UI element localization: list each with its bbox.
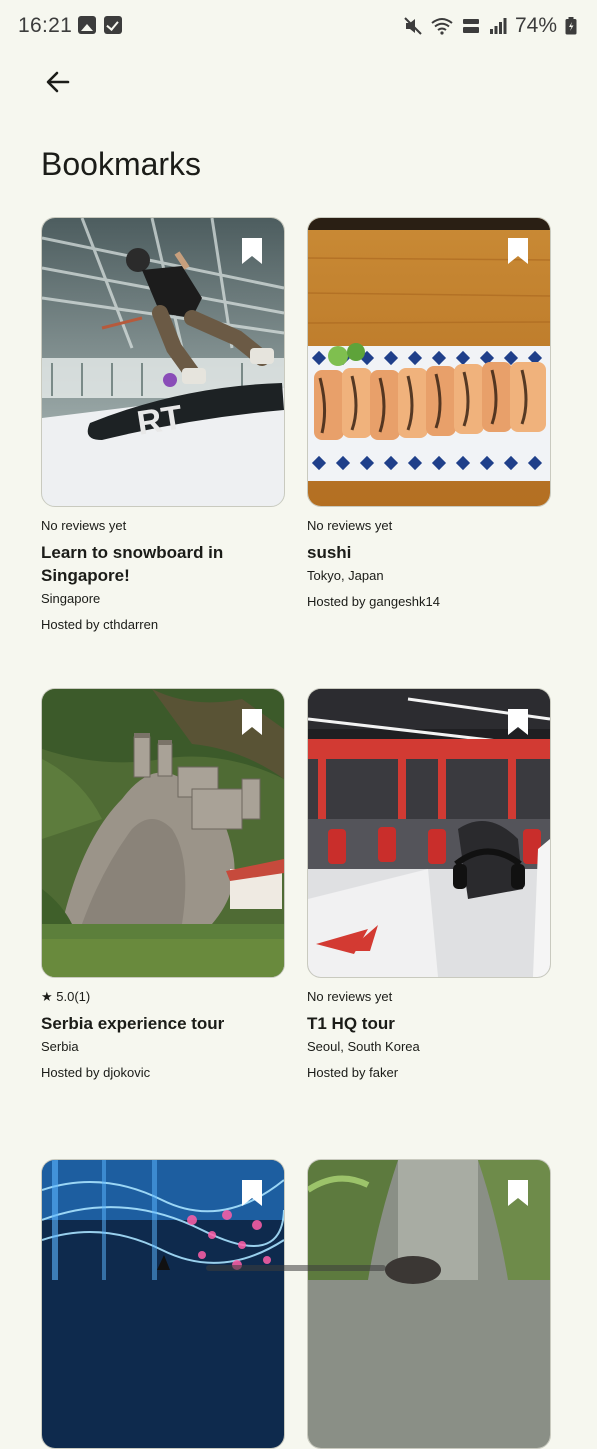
card-title: Learn to snowboard in Singapore! xyxy=(41,543,224,585)
card-image[interactable] xyxy=(307,217,551,507)
status-system-icons: 74% xyxy=(403,14,577,38)
mute-icon xyxy=(403,16,423,36)
bookmark-button[interactable] xyxy=(240,236,264,266)
card-rating: No reviews yet xyxy=(41,518,127,533)
bookmark-filled-icon xyxy=(506,1178,530,1208)
back-button[interactable] xyxy=(36,62,80,106)
bookmark-filled-icon xyxy=(506,707,530,737)
card-image[interactable] xyxy=(307,688,551,978)
card-location: Tokyo, Japan xyxy=(307,568,384,583)
card-rating: ★ 5.0(1) xyxy=(41,989,91,1004)
card-rating: No reviews yet xyxy=(307,989,393,1004)
card-title: Serbia experience tour xyxy=(41,1014,225,1033)
status-bar: 16:21 74% xyxy=(0,0,597,54)
page-title: Bookmarks xyxy=(41,146,202,182)
bookmark-filled-icon xyxy=(240,707,264,737)
bookmark-button[interactable] xyxy=(506,707,530,737)
bookmark-button[interactable] xyxy=(506,236,530,266)
card-rating: No reviews yet xyxy=(307,518,393,533)
card-host: Hosted by gangeshk14 xyxy=(307,594,440,609)
card-host: Hosted by faker xyxy=(307,1065,399,1080)
card-host: Hosted by cthdarren xyxy=(41,617,159,632)
status-notification-icons xyxy=(78,16,122,34)
experience-card[interactable]: No reviews yet T1 HQ tour Seoul, South K… xyxy=(307,688,551,1082)
card-title: sushi xyxy=(307,543,352,562)
card-title: T1 HQ tour xyxy=(307,1014,395,1033)
svg-text:RT: RT xyxy=(134,398,185,443)
card-location: Singapore xyxy=(41,591,101,606)
experience-card[interactable] xyxy=(41,1159,285,1449)
card-location: Serbia xyxy=(41,1039,79,1054)
battery-percentage: 74% xyxy=(514,14,557,37)
card-image[interactable] xyxy=(41,1159,285,1449)
arrow-left-icon xyxy=(44,68,72,101)
experience-card[interactable] xyxy=(307,1159,551,1449)
wifi-icon xyxy=(431,17,453,35)
checkbox-notification-icon xyxy=(104,16,122,34)
card-image[interactable] xyxy=(41,688,285,978)
battery-icon xyxy=(565,17,577,35)
volte-icon xyxy=(461,16,481,36)
card-image[interactable] xyxy=(307,1159,551,1449)
bookmark-button[interactable] xyxy=(240,707,264,737)
status-time: 16:21 xyxy=(18,14,73,37)
card-image[interactable]: RT xyxy=(41,217,285,507)
bookmark-button[interactable] xyxy=(240,1178,264,1208)
bookmark-button[interactable] xyxy=(506,1178,530,1208)
bookmark-filled-icon xyxy=(240,236,264,266)
bookmark-filled-icon xyxy=(240,1178,264,1208)
card-location: Seoul, South Korea xyxy=(307,1039,420,1054)
card-host: Hosted by djokovic xyxy=(41,1065,151,1080)
experience-card[interactable]: ★ 5.0(1) Serbia experience tour Serbia H… xyxy=(41,688,285,1082)
signal-icon xyxy=(489,17,507,35)
home-indicator[interactable] xyxy=(206,1265,386,1271)
experience-card[interactable]: No reviews yet sushi Tokyo, Japan Hosted… xyxy=(307,217,551,611)
experience-card[interactable]: RT No reviews yet Learn to snowboard in … xyxy=(41,217,285,634)
bookmark-filled-icon xyxy=(506,236,530,266)
gallery-notification-icon xyxy=(78,16,96,34)
